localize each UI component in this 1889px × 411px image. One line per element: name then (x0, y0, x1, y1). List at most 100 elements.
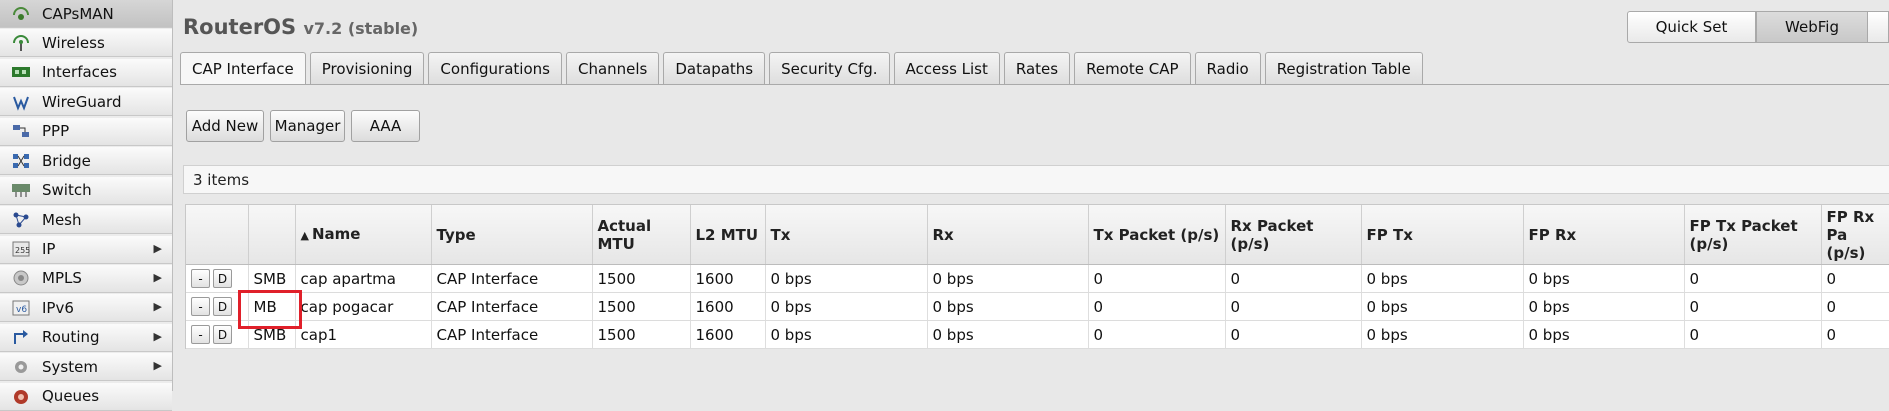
column-header-fp-tx[interactable]: FP Tx (1361, 205, 1524, 265)
column-header-type[interactable]: Type (431, 205, 593, 265)
remove-button[interactable]: - (191, 297, 210, 316)
webfig-button[interactable]: WebFig (1756, 11, 1868, 43)
manager-button[interactable]: Manager (270, 110, 345, 142)
name-cell[interactable]: cap pogacar (295, 292, 432, 321)
sidebar-item-ip[interactable]: 255 IP ▶ (0, 235, 172, 264)
sidebar-item-capsman[interactable]: CAPsMAN (0, 0, 172, 28)
actual-mtu-cell: 1500 (592, 320, 691, 349)
tx-packet-cell: 0 (1088, 320, 1226, 349)
tab-channels[interactable]: Channels (565, 52, 660, 84)
quick-set-button[interactable]: Quick Set (1627, 11, 1756, 43)
terminal-button[interactable] (1868, 11, 1889, 43)
sidebar-item-ppp[interactable]: PPP (0, 117, 172, 146)
sidebar-item-routing[interactable]: Routing ▶ (0, 323, 172, 352)
remove-button[interactable]: - (191, 325, 210, 344)
wireless-icon (10, 34, 32, 52)
fp-rx-cell: 0 bps (1523, 264, 1685, 293)
column-header-tx-packet[interactable]: Tx Packet (p/s) (1088, 205, 1226, 265)
sidebar-item-queues[interactable]: Queues (0, 382, 172, 411)
tab-rates[interactable]: Rates (1003, 52, 1071, 84)
table-row[interactable]: -D SMB cap apartma CAP Interface 1500 16… (186, 264, 1889, 293)
row-actions: -D (186, 320, 249, 349)
rx-cell: 0 bps (927, 264, 1089, 293)
top-bar: Quick Set WebFig (1627, 11, 1889, 43)
name-cell[interactable]: cap apartma (295, 264, 432, 293)
remove-button[interactable]: - (191, 269, 210, 288)
column-header-name-label: Name (311, 224, 361, 243)
tab-configurations[interactable]: Configurations (428, 52, 562, 84)
sidebar-item-bridge[interactable]: Bridge (0, 147, 172, 176)
column-header-actual-mtu[interactable]: Actual MTU (592, 205, 691, 265)
tab-registration-table[interactable]: Registration Table (1264, 52, 1423, 84)
tab-datapaths[interactable]: Datapaths (663, 52, 766, 84)
aaa-button[interactable]: AAA (351, 110, 420, 142)
table-row[interactable]: -D MB cap pogacar CAP Interface 1500 160… (186, 292, 1889, 321)
column-header-fp-rx-packet[interactable]: FP Rx Pa (p/s) (1821, 205, 1889, 265)
fp-tx-packet-cell: 0 (1684, 292, 1822, 321)
column-header-rx[interactable]: Rx (927, 205, 1089, 265)
sidebar-item-label: Interfaces (42, 63, 117, 82)
rx-cell: 0 bps (927, 320, 1089, 349)
tab-radio[interactable]: Radio (1194, 52, 1261, 84)
sidebar-item-label: CAPsMAN (42, 4, 114, 23)
sidebar: CAPsMAN Wireless Interfaces WireGuard PP… (0, 0, 173, 411)
disable-button[interactable]: D (213, 325, 232, 344)
column-header-flags (248, 205, 296, 265)
sidebar-item-wireguard[interactable]: WireGuard (0, 88, 172, 117)
tab-cap-interface[interactable]: CAP Interface (180, 52, 306, 85)
sidebar-item-system[interactable]: System ▶ (0, 353, 172, 382)
ipv6-icon: v6 (10, 299, 32, 317)
wireguard-icon (10, 93, 32, 111)
sidebar-item-mesh[interactable]: Mesh (0, 206, 172, 235)
svg-text:255: 255 (15, 246, 30, 255)
column-header-fp-tx-packet[interactable]: FP Tx Packet (p/s) (1684, 205, 1822, 265)
flag-cell: MB (248, 292, 296, 321)
sidebar-item-label: Bridge (42, 151, 91, 170)
switch-icon (10, 181, 32, 199)
tab-provisioning[interactable]: Provisioning (309, 52, 425, 84)
disable-button[interactable]: D (213, 269, 232, 288)
fp-rx-cell: 0 bps (1523, 320, 1685, 349)
fp-rx-cell: 0 bps (1523, 292, 1685, 321)
tab-security-cfg[interactable]: Security Cfg. (769, 52, 890, 84)
sidebar-item-label: IP (42, 240, 56, 258)
chevron-right-icon: ▶ (153, 300, 162, 314)
column-header-rx-packet[interactable]: Rx Packet (p/s) (1225, 205, 1362, 265)
fp-tx-cell: 0 bps (1361, 292, 1524, 321)
interfaces-icon (10, 63, 32, 81)
fp-tx-cell: 0 bps (1361, 264, 1524, 293)
sidebar-item-switch[interactable]: Switch (0, 176, 172, 205)
sidebar-item-label: Wireless (42, 33, 105, 52)
routing-icon (10, 328, 32, 346)
l2-mtu-cell: 1600 (690, 292, 766, 321)
column-header-fp-rx[interactable]: FP Rx (1523, 205, 1685, 265)
tab-access-list[interactable]: Access List (893, 52, 1000, 84)
disable-button[interactable]: D (213, 297, 232, 316)
fp-rx-packet-cell: 0 (1821, 320, 1889, 349)
sidebar-item-ipv6[interactable]: v6 IPv6 ▶ (0, 294, 172, 323)
rx-packet-cell: 0 (1225, 264, 1362, 293)
sidebar-item-label: MPLS (42, 269, 82, 288)
sidebar-item-wireless[interactable]: Wireless (0, 29, 172, 58)
chevron-right-icon: ▶ (153, 329, 162, 343)
table-header-row: ▲ Name Type Actual MTU L2 MTU Tx Rx Tx Pa… (186, 205, 1889, 265)
version-label: v7.2 (stable) (303, 19, 419, 38)
column-header-l2-mtu[interactable]: L2 MTU (690, 205, 766, 265)
name-cell[interactable]: cap1 (295, 320, 432, 349)
item-count: 3 items (183, 165, 1889, 194)
rx-packet-cell: 0 (1225, 292, 1362, 321)
mesh-icon (10, 211, 32, 229)
sidebar-item-label: Routing (42, 328, 100, 347)
add-new-button[interactable]: Add New (186, 110, 264, 142)
table-row[interactable]: -D SMB cap1 CAP Interface 1500 1600 0 bp… (186, 320, 1889, 349)
actual-mtu-cell: 1500 (592, 264, 691, 293)
sidebar-item-interfaces[interactable]: Interfaces (0, 58, 172, 87)
tx-packet-cell: 0 (1088, 264, 1226, 293)
column-header-name[interactable]: ▲ Name (295, 205, 432, 265)
sidebar-item-mpls[interactable]: MPLS ▶ (0, 264, 172, 293)
tab-remote-cap[interactable]: Remote CAP (1074, 52, 1191, 84)
tx-cell: 0 bps (765, 264, 928, 293)
fp-tx-packet-cell: 0 (1684, 264, 1822, 293)
tx-cell: 0 bps (765, 292, 928, 321)
column-header-tx[interactable]: Tx (765, 205, 928, 265)
